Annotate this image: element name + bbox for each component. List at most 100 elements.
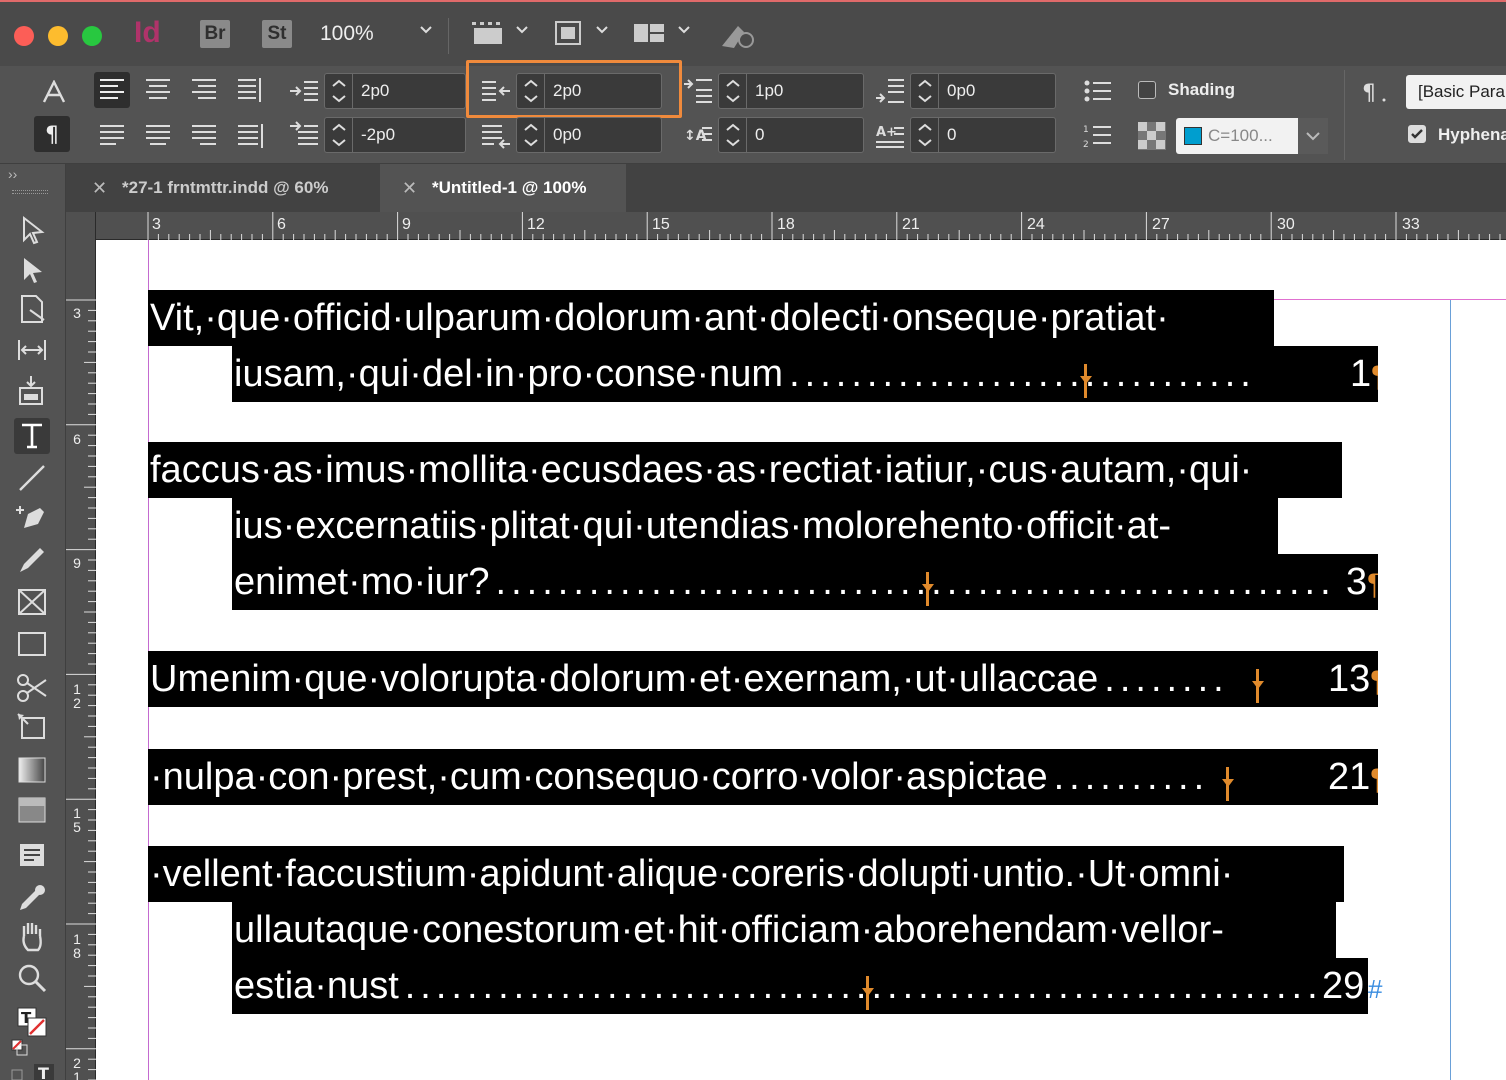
- toc-entry-1-line-1[interactable]: Vit,·que·officid·ulparum·dolorum·ant·dol…: [148, 290, 1274, 346]
- paragraph-style-dropdown[interactable]: [Basic Para: [1406, 75, 1506, 109]
- align-center-icon[interactable]: [140, 72, 176, 108]
- rectangle-tool-icon[interactable]: [14, 626, 50, 662]
- line-tool-icon[interactable]: [14, 460, 50, 496]
- collapse-panel-icon[interactable]: ››: [8, 166, 17, 182]
- toc-entry-2-line-3[interactable]: enimet·mo·iur?..........................…: [232, 554, 1346, 610]
- pen-tool-icon[interactable]: [14, 500, 50, 536]
- drop-cap-characters-stepper[interactable]: [911, 118, 939, 152]
- hand-tool-icon[interactable]: [14, 918, 50, 954]
- last-line-indent-field[interactable]: 0p0: [516, 117, 662, 153]
- stepper-arrows-icon: [918, 123, 932, 147]
- last-line-indent-stepper[interactable]: [517, 118, 545, 152]
- space-after-value: 0p0: [947, 81, 976, 100]
- drop-cap-characters-field[interactable]: 0: [910, 117, 1056, 153]
- character-formatting-icon[interactable]: [40, 80, 68, 104]
- close-tab-icon[interactable]: ✕: [402, 164, 417, 212]
- bridge-button[interactable]: Br: [200, 20, 230, 48]
- first-line-indent-icon: [290, 121, 318, 145]
- default-fill-stroke-icon[interactable]: [10, 1038, 32, 1056]
- toc-entry-5-line-1[interactable]: ·vellent·faccustium·apidunt·alique·corer…: [148, 846, 1344, 902]
- toc-entry-2-line-1[interactable]: faccus·as·imus·mollita·ecusdaes·as·recti…: [148, 442, 1342, 498]
- toc-entry-4-page[interactable]: 21¶: [1328, 749, 1378, 805]
- tab-untitled[interactable]: ✕ *Untitled-1 @ 100%: [380, 164, 626, 212]
- zoom-dropdown-chevron-icon[interactable]: [420, 24, 432, 36]
- space-after-field[interactable]: 0p0: [910, 73, 1056, 109]
- selection-tool-icon[interactable]: [14, 212, 50, 248]
- toc-entry-1-line-2[interactable]: iusam,·qui·del·in·pro·conse·num.........…: [232, 346, 1350, 402]
- align-left-button[interactable]: [94, 72, 130, 108]
- hyphenate-checkbox[interactable]: [1408, 125, 1426, 143]
- toc-entry-1-page[interactable]: 1¶: [1350, 346, 1378, 402]
- vertical-ruler[interactable]: 3 6 9 1 2 1 5 1 8 2 1: [66, 212, 96, 1080]
- toc-entry-2-line-2[interactable]: ius·excernatiis·plitat·qui·utendias·molo…: [232, 498, 1278, 554]
- margin-guide: [1274, 299, 1506, 300]
- publish-online-icon[interactable]: [718, 18, 758, 52]
- horizontal-ruler[interactable]: 3 6 9 12 15 18 21 24 27 30 33: [96, 212, 1506, 240]
- note-tool-icon[interactable]: [14, 838, 50, 874]
- justify-center-icon[interactable]: [140, 118, 176, 154]
- toc-entry-3-line-1[interactable]: Umenim·que·volorupta·dolorum·et·exernam,…: [148, 651, 1328, 707]
- tab-marker-icon: [1080, 364, 1092, 398]
- direct-selection-tool-icon[interactable]: [14, 252, 50, 288]
- space-before-icon: [684, 79, 712, 103]
- toc-entry-5-page[interactable]: 29: [1322, 958, 1368, 1014]
- type-tool-button[interactable]: [14, 418, 50, 454]
- panel-grip[interactable]: [12, 190, 48, 194]
- zoom-level[interactable]: 100%: [320, 22, 374, 46]
- left-indent-field[interactable]: 2p0: [324, 73, 466, 109]
- arrange-documents-chevron-icon[interactable]: [678, 24, 690, 36]
- minimize-window-button[interactable]: [48, 26, 68, 46]
- space-before-field[interactable]: 1p0: [718, 73, 864, 109]
- paragraph-formatting-button[interactable]: ¶: [34, 116, 70, 152]
- align-towards-spine-icon[interactable]: [232, 72, 268, 108]
- view-options-chevron-icon[interactable]: [516, 24, 528, 36]
- tab-frntmttr[interactable]: ✕ *27-1 frntmttr.indd @ 60%: [86, 164, 380, 212]
- tab-label: *27-1 frntmttr.indd @ 60%: [122, 178, 329, 197]
- toc-entry-3-page[interactable]: 13¶: [1328, 651, 1378, 707]
- toc-entry-2-page[interactable]: 3¶: [1346, 554, 1378, 610]
- bulleted-list-icon[interactable]: [1082, 76, 1114, 106]
- left-indent-stepper[interactable]: [325, 74, 353, 108]
- pencil-tool-icon[interactable]: [14, 542, 50, 578]
- drop-cap-lines-field[interactable]: 0: [718, 117, 864, 153]
- close-window-button[interactable]: [14, 26, 34, 46]
- justify-all-icon[interactable]: [232, 118, 268, 154]
- formatting-affects-text-icon[interactable]: T: [10, 1064, 60, 1080]
- space-before-stepper[interactable]: [719, 74, 747, 108]
- gradient-feather-tool-icon[interactable]: [14, 792, 50, 828]
- justify-left-icon[interactable]: [94, 118, 130, 154]
- view-options-icon[interactable]: [470, 18, 506, 50]
- content-collector-tool-icon[interactable]: [14, 374, 50, 410]
- drop-cap-lines-stepper[interactable]: [719, 118, 747, 152]
- shading-swatch-icon[interactable]: [1136, 120, 1168, 152]
- toc-entry-5-line-3[interactable]: estia·nust..............................…: [232, 958, 1322, 1014]
- pilcrow-mark: ¶: [1370, 763, 1378, 796]
- page-number: 29: [1322, 965, 1365, 1007]
- zoom-tool-icon[interactable]: [14, 960, 50, 996]
- zoom-window-button[interactable]: [82, 26, 102, 46]
- screen-mode-icon[interactable]: [552, 18, 584, 50]
- shading-color-chevron-icon[interactable]: [1298, 118, 1328, 154]
- first-line-indent-stepper[interactable]: [325, 118, 353, 152]
- first-line-indent-field[interactable]: -2p0: [324, 117, 466, 153]
- toc-entry-5-line-2[interactable]: ullautaque·conestorum·et·hit·officiam·ab…: [232, 902, 1336, 958]
- close-tab-icon[interactable]: ✕: [92, 164, 107, 212]
- page-tool-icon[interactable]: [14, 292, 50, 328]
- numbered-list-icon[interactable]: 12: [1082, 120, 1114, 150]
- screen-mode-chevron-icon[interactable]: [596, 24, 608, 36]
- space-after-stepper[interactable]: [911, 74, 939, 108]
- scissors-tool-icon[interactable]: [14, 670, 50, 706]
- align-right-icon[interactable]: [186, 72, 222, 108]
- hyphenate-label: Hyphena: [1438, 125, 1506, 144]
- eyedropper-tool-icon[interactable]: [14, 880, 50, 916]
- shading-checkbox[interactable]: [1138, 81, 1156, 99]
- free-transform-tool-icon[interactable]: [14, 710, 50, 746]
- justify-right-icon[interactable]: [186, 118, 222, 154]
- toc-entry-4-line-1[interactable]: ·nulpa·con·prest,·cum·consequo·corro·vol…: [148, 749, 1328, 805]
- arrange-documents-icon[interactable]: [632, 18, 668, 50]
- fill-stroke-swatch-icon[interactable]: T: [14, 1004, 50, 1040]
- gradient-swatch-tool-icon[interactable]: [14, 752, 50, 788]
- stock-button[interactable]: St: [262, 20, 292, 48]
- rectangle-frame-tool-icon[interactable]: [14, 584, 50, 620]
- gap-tool-icon[interactable]: [14, 332, 50, 368]
